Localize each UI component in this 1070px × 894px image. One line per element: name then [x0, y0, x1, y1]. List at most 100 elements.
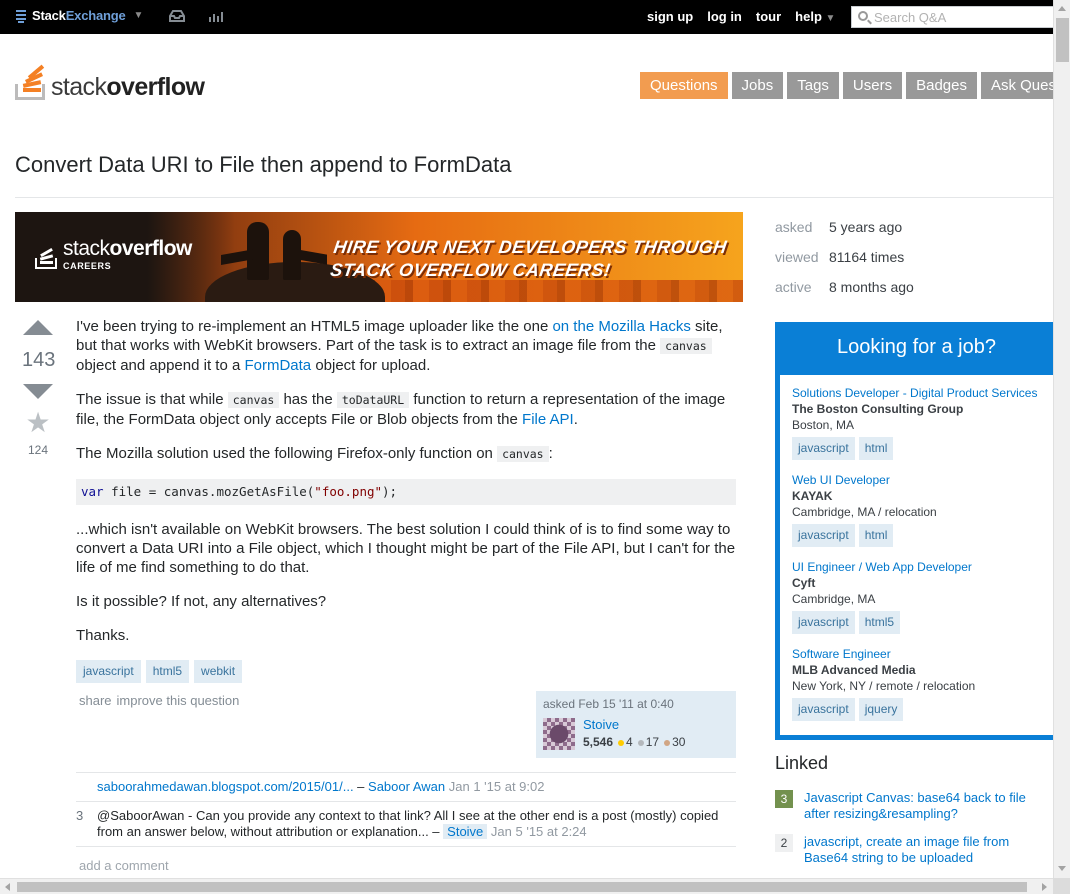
nav-badges[interactable]: Badges: [906, 72, 977, 99]
downvote-icon[interactable]: [23, 384, 53, 399]
linked-title[interactable]: Javascript Canvas: base64 back to file a…: [804, 790, 1045, 822]
search-icon: [858, 11, 868, 21]
stackoverflow-icon: [35, 241, 57, 269]
linked-item[interactable]: 2 javascript, create an image file from …: [775, 834, 1045, 866]
linked-heading: Linked: [775, 753, 829, 773]
comment-user[interactable]: Stoive: [443, 824, 488, 839]
active-value[interactable]: 8 months ago: [829, 279, 914, 295]
paragraph: Is it possible? If not, any alternatives…: [76, 593, 327, 610]
job-title[interactable]: Software Engineer: [792, 646, 1053, 662]
job-listing[interactable]: Software Engineer MLB Advanced Media New…: [780, 646, 1053, 721]
nav-jobs[interactable]: Jobs: [731, 72, 784, 99]
upvote-icon[interactable]: [23, 320, 53, 335]
job-company: The Boston Consulting Group: [792, 402, 964, 416]
comment-score: 3: [76, 808, 84, 823]
chevron-down-icon: ▼: [133, 10, 144, 21]
stackexchange-icon: [16, 9, 28, 23]
stackoverflow-logo[interactable]: stackoverflow: [15, 62, 205, 100]
favorite-star-icon[interactable]: ★: [22, 409, 54, 437]
tag-html5[interactable]: html5: [145, 660, 190, 683]
paragraph: I've been trying to re-implement an HTML…: [76, 318, 723, 374]
job-title[interactable]: Web UI Developer: [792, 472, 1053, 488]
job-title[interactable]: UI Engineer / Web App Developer: [792, 559, 1053, 575]
paragraph: Thanks.: [76, 627, 130, 644]
job-tag[interactable]: javascript: [792, 437, 855, 460]
viewed-value: 81164 times: [829, 249, 905, 265]
login-link[interactable]: log in: [707, 9, 742, 24]
job-location: New York, NY / remote / relocation: [792, 679, 976, 693]
horizontal-scrollbar[interactable]: [0, 878, 1053, 894]
job-tag[interactable]: javascript: [792, 611, 855, 634]
inline-code: toDataURL: [336, 392, 410, 408]
careers-banner[interactable]: stackoverflow CAREERS HIRE YOUR NEXT DEV…: [15, 212, 743, 302]
help-link[interactable]: help ▼: [795, 9, 835, 24]
job-tag[interactable]: html: [858, 437, 894, 460]
silver-badge-icon: [637, 740, 644, 746]
asked-value: 5 years ago: [829, 219, 903, 235]
job-tag[interactable]: javascript: [792, 698, 855, 721]
nav-questions[interactable]: Questions: [640, 72, 728, 99]
job-tag[interactable]: html5: [858, 611, 901, 634]
inline-code: canvas: [227, 392, 280, 408]
formdata-link[interactable]: FormData: [244, 357, 311, 374]
inline-code: canvas: [660, 338, 712, 354]
owner-reputation: 5,546 4 17 30: [583, 735, 686, 749]
add-comment-link[interactable]: add a comment: [79, 858, 169, 873]
question-stats: asked 5 years ago viewed 81164 times activ…: [775, 219, 914, 295]
scroll-up-icon[interactable]: [1058, 6, 1066, 11]
question-body: I've been trying to re-implement an HTML…: [76, 317, 736, 683]
job-location: Cambridge, MA: [792, 592, 876, 606]
nav-tags[interactable]: Tags: [787, 72, 839, 99]
comment-user[interactable]: Saboor Awan: [368, 779, 445, 794]
code-block: var file = canvas.mozGetAsFile("foo.png"…: [76, 479, 736, 505]
scroll-left-icon[interactable]: [5, 883, 10, 891]
gold-badge-icon: [618, 740, 625, 746]
comment-date: Jan 5 '15 at 2:24: [490, 824, 587, 839]
question-title[interactable]: Convert Data URI to File then append to …: [15, 152, 511, 178]
nav-users[interactable]: Users: [842, 72, 903, 99]
job-location: Boston, MA: [792, 418, 855, 432]
scroll-right-icon[interactable]: [1042, 883, 1047, 891]
avatar[interactable]: [543, 718, 575, 750]
scroll-down-icon[interactable]: [1058, 866, 1066, 871]
nav-ask-question[interactable]: Ask Question: [980, 72, 1063, 99]
jobs-widget: Looking for a job? Solutions Developer -…: [775, 322, 1058, 740]
owner-name[interactable]: Stoive: [583, 717, 619, 732]
scrollbar-thumb[interactable]: [1056, 18, 1069, 62]
vertical-scrollbar[interactable]: [1053, 0, 1070, 878]
job-company: Cyft: [792, 576, 816, 590]
job-listing[interactable]: Web UI Developer KAYAK Cambridge, MA / r…: [780, 472, 1053, 547]
job-tag[interactable]: html: [858, 524, 894, 547]
comment: saboorahmedawan.blogspot.com/2015/01/...…: [76, 773, 736, 802]
job-tag[interactable]: javascript: [792, 524, 855, 547]
scrollbar-thumb[interactable]: [17, 882, 1027, 892]
achievements-icon[interactable]: [208, 9, 224, 28]
job-listing[interactable]: UI Engineer / Web App Developer Cyft Cam…: [780, 559, 1053, 634]
owner-signature: asked Feb 15 '11 at 0:40 Stoive 5,546 4 …: [536, 691, 736, 758]
bronze-badge-icon: [664, 740, 671, 746]
comment-text: @SaboorAwan - Can you provide any contex…: [97, 808, 719, 839]
job-tag[interactable]: jquery: [858, 698, 904, 721]
tour-link[interactable]: tour: [756, 9, 781, 24]
share-link[interactable]: share: [79, 693, 112, 708]
linked-item[interactable]: 3 Javascript Canvas: base64 back to file…: [775, 790, 1045, 822]
search-input[interactable]: Search Q&A: [851, 6, 1061, 28]
file-api-link[interactable]: File API: [522, 411, 574, 428]
job-listing[interactable]: Solutions Developer - Digital Product Se…: [780, 385, 1053, 460]
post-menu: share improve this question: [79, 693, 239, 708]
inbox-icon[interactable]: [168, 9, 186, 28]
tag-javascript[interactable]: javascript: [76, 660, 141, 683]
stackexchange-menu[interactable]: StackExchange ▼: [16, 8, 143, 23]
job-title[interactable]: Solutions Developer - Digital Product Se…: [792, 385, 1053, 401]
comment-date: Jan 1 '15 at 9:02: [448, 779, 545, 794]
paragraph: ...which isn't available on WebKit brows…: [76, 521, 736, 576]
linked-title[interactable]: javascript, create an image file from Ba…: [804, 834, 1045, 866]
signup-link[interactable]: sign up: [647, 9, 693, 24]
improve-question-link[interactable]: improve this question: [117, 693, 240, 708]
tag-webkit[interactable]: webkit: [194, 660, 243, 683]
comment-link[interactable]: saboorahmedawan.blogspot.com/2015/01/...: [97, 779, 354, 794]
job-company: MLB Advanced Media: [792, 663, 916, 677]
mozilla-hacks-link[interactable]: on the Mozilla Hacks: [552, 318, 690, 335]
comment-score: [76, 779, 97, 795]
jobs-heading[interactable]: Looking for a job?: [775, 322, 1058, 375]
